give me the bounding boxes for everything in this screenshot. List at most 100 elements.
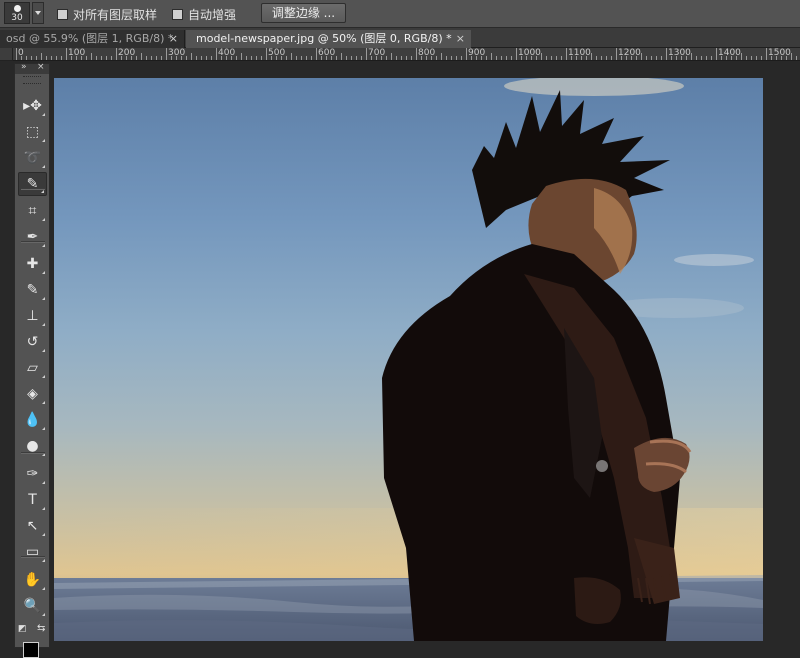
- ruler-tick: [791, 53, 792, 60]
- tools-panel-header[interactable]: » ×: [15, 62, 49, 74]
- ruler-tick: [321, 56, 322, 60]
- sample-all-layers-checkbox[interactable]: [57, 8, 68, 20]
- tab-osd[interactable]: osd @ 55.9% (图层 1, RGB/8) * ×: [0, 30, 185, 48]
- tools-panel: » × ▸✥ ⬚ ➰ ✎ ⌗ ✒ ✚ ✎ ⊥ ↺ ▱ ◈ 💧 ● ✑ T ↖ ▭ ✋ 🔍 ◩ ⇆: [14, 62, 50, 658]
- ruler-tick: [586, 56, 587, 60]
- brush-tip-icon: [14, 5, 21, 12]
- options-bar: 30 对所有图层取样 自动增强 调整边缘 ...: [0, 0, 800, 28]
- tool-group-indicator-icon: [42, 297, 45, 300]
- paint-bucket-icon: ◈: [27, 386, 38, 402]
- ruler-tick: [21, 56, 22, 60]
- ruler-tick: [476, 56, 477, 60]
- lasso-icon: ➰: [23, 150, 42, 166]
- rectangular-marquee-icon: ⬚: [25, 124, 40, 140]
- auto-enhance-option[interactable]: 自动增强: [172, 6, 236, 22]
- ruler-tick: [501, 56, 502, 60]
- ruler-tick: [581, 56, 582, 60]
- ruler-tick: [106, 56, 107, 60]
- ruler-tick: [436, 56, 437, 60]
- rectangular-marquee-tool[interactable]: ⬚: [18, 120, 47, 144]
- paint-bucket-tool[interactable]: ◈: [18, 382, 47, 406]
- brush-preset-picker[interactable]: 30: [4, 2, 30, 24]
- ruler-tick: [421, 56, 422, 60]
- quick-selection-tool[interactable]: ✎: [18, 172, 47, 196]
- history-brush-tool[interactable]: ↺: [18, 330, 47, 354]
- default-colors-icon[interactable]: ◩: [18, 624, 27, 634]
- panel-grip[interactable]: [23, 76, 41, 84]
- auto-enhance-checkbox[interactable]: [172, 8, 183, 20]
- crop-tool[interactable]: ⌗: [18, 199, 47, 223]
- ruler-tick: [456, 56, 457, 60]
- spot-healing-brush-tool[interactable]: ✚: [18, 252, 47, 276]
- lasso-tool[interactable]: ➰: [18, 146, 47, 170]
- tool-group-indicator-icon: [41, 190, 44, 193]
- refine-edge-button[interactable]: 调整边缘 ...: [261, 3, 346, 23]
- ruler-tick: [511, 56, 512, 60]
- ruler-tick: [691, 53, 692, 60]
- clone-stamp-icon: ⊥: [26, 308, 39, 324]
- path-selection-tool[interactable]: ↖: [18, 514, 47, 538]
- ruler-tick: [191, 53, 192, 60]
- ruler-tick: [31, 56, 32, 60]
- collapse-icon[interactable]: »: [21, 62, 27, 72]
- ruler-tick: [756, 56, 757, 60]
- ruler-tick: [606, 56, 607, 60]
- ruler-tick: [441, 53, 442, 60]
- ruler-tick: [271, 56, 272, 60]
- hand-tool[interactable]: ✋: [18, 568, 47, 592]
- tool-group-indicator-icon: [42, 323, 45, 326]
- brush-tool[interactable]: ✎: [18, 278, 47, 302]
- move-tool[interactable]: ▸✥: [18, 94, 47, 118]
- ruler-tick: [171, 56, 172, 60]
- ruler-tick: [726, 56, 727, 60]
- zoom-icon: 🔍: [23, 598, 42, 614]
- ruler-tick: [261, 56, 262, 60]
- ruler-tick: [596, 56, 597, 60]
- horizontal-ruler[interactable]: 0 100 200 300 400 500 600 700 800 900 1000 1100 1200…: [13, 48, 800, 61]
- tool-group-indicator-icon: [42, 113, 45, 116]
- tool-separator: [21, 188, 45, 190]
- sample-all-layers-option[interactable]: 对所有图层取样: [57, 6, 157, 22]
- ruler-tick: [541, 53, 542, 60]
- ruler-tick: [71, 56, 72, 60]
- eyedropper-tool[interactable]: ✒: [18, 225, 47, 249]
- ruler-tick: [566, 48, 567, 60]
- ruler-tick: [381, 56, 382, 60]
- ruler-tick: [301, 56, 302, 60]
- brush-preset-dropdown[interactable]: [32, 2, 44, 24]
- eraser-tool[interactable]: ▱: [18, 356, 47, 380]
- document-canvas[interactable]: [54, 78, 763, 641]
- rectangle-tool[interactable]: ▭: [18, 540, 47, 564]
- zoom-tool[interactable]: 🔍: [18, 594, 47, 618]
- ruler-tick: [426, 56, 427, 60]
- close-icon[interactable]: ×: [37, 62, 45, 72]
- ruler-tick: [636, 56, 637, 60]
- ruler-tick: [751, 56, 752, 60]
- move-icon: ▸✥: [23, 98, 42, 114]
- foreground-color-swatch[interactable]: [23, 642, 39, 658]
- pen-tool[interactable]: ✑: [18, 462, 47, 486]
- ruler-tick: [36, 56, 37, 60]
- swap-colors-icon[interactable]: ⇆: [37, 623, 45, 634]
- tool-group-indicator-icon: [42, 427, 45, 430]
- tab-label: osd @ 55.9% (图层 1, RGB/8) *: [6, 32, 174, 45]
- ruler-origin[interactable]: [0, 48, 13, 61]
- dodge-tool[interactable]: ●: [18, 434, 47, 458]
- tool-separator: [21, 556, 45, 558]
- ruler-tick: [616, 48, 617, 60]
- ruler-tick: [331, 56, 332, 60]
- ruler-tick: [571, 56, 572, 60]
- ruler-tick: [201, 56, 202, 60]
- ruler-tick: [316, 48, 317, 60]
- close-icon[interactable]: ×: [456, 30, 465, 47]
- tool-group-indicator-icon: [42, 244, 45, 247]
- ruler-tick: [16, 48, 17, 60]
- clone-stamp-tool[interactable]: ⊥: [18, 304, 47, 328]
- ruler-tick: [391, 53, 392, 60]
- type-tool[interactable]: T: [18, 488, 47, 512]
- blur-tool[interactable]: 💧: [18, 408, 47, 432]
- close-icon[interactable]: ×: [169, 30, 178, 47]
- tab-model-newspaper[interactable]: model-newspaper.jpg @ 50% (图层 0, RGB/8) …: [186, 30, 471, 48]
- blur-icon: 💧: [23, 412, 42, 428]
- ruler-tick: [471, 56, 472, 60]
